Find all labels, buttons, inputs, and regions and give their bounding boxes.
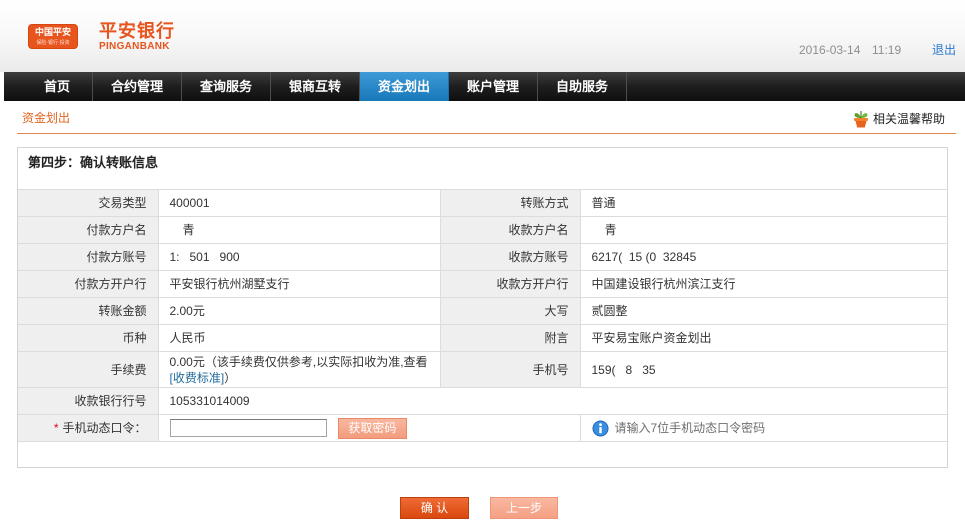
step-title: 第四步：确认转账信息 [28, 155, 159, 170]
transaction-type-value: 400001 [157, 189, 441, 217]
mobile-number-value: 159( 8 35 [579, 351, 947, 388]
payer-name-label: 付款方户名 [18, 216, 159, 244]
amount-in-words-value: 贰圆整 [579, 297, 947, 325]
payee-account-label: 收款方账号 [439, 243, 581, 271]
logout-link[interactable]: 退出 [932, 43, 956, 57]
confirm-button[interactable]: 确 认 [400, 497, 469, 519]
table-row: 手续费 0.00元（该手续费仅供参考,以实际扣收为准,查看 [收费标准]） 手机号… [18, 351, 947, 388]
get-otp-button[interactable]: 获取密码 [337, 417, 407, 439]
transfer-info-table: 交易类型 400001 转账方式 普通 付款方户名 青 收款方户名 青 付款方账… [18, 189, 947, 442]
table-row: 付款方账号 1: 501 900 收款方账号 6217( 15 (0 32845 [18, 243, 947, 271]
nav-item-home[interactable]: 首页 [4, 72, 93, 101]
fee-value: 0.00元（该手续费仅供参考,以实际扣收为准,查看 [收费标准]） [157, 351, 441, 388]
nav-item-query-services[interactable]: 查询服务 [182, 72, 271, 101]
nav-item-fund-transfer-out[interactable]: 资金划出 [360, 72, 449, 101]
table-row: * 手机动态口令： 获取密码 请输入7位手机动态口令密码 [18, 414, 947, 442]
payee-bank-value: 中国建设银行杭州滨江支行 [579, 270, 947, 298]
transfer-confirm-panel: 第四步：确认转账信息 交易类型 400001 转账方式 普通 付款方户名 青 收… [17, 147, 948, 468]
remark-value: 平安易宝账户资金划出 [579, 324, 947, 352]
remark-label: 附言 [439, 324, 581, 352]
otp-input-cell: 获取密码 [157, 414, 581, 442]
current-date: 2016-03-14 [799, 43, 861, 57]
otp-hint-text: 请输入7位手机动态口令密码 [614, 421, 766, 436]
otp-label-cell: * 手机动态口令： [18, 414, 159, 442]
previous-step-button[interactable]: 上一步 [490, 497, 558, 519]
logo-badge-text: 中国平安 [34, 28, 71, 38]
nav-item-bank-securities-transfer[interactable]: 银商互转 [271, 72, 360, 101]
transfer-method-value: 普通 [579, 189, 947, 217]
breadcrumb: 资金划出 [22, 111, 71, 125]
otp-password-input[interactable] [169, 419, 327, 437]
fee-note-text: 0.00元（该手续费仅供参考,以实际扣收为准,查看 [169, 354, 428, 369]
payer-account-label: 付款方账号 [18, 243, 159, 271]
required-mark: * [53, 421, 59, 435]
otp-hint-cell: 请输入7位手机动态口令密码 [579, 414, 947, 442]
payee-bank-label: 收款方开户行 [439, 270, 581, 298]
payee-name-value: 青 [579, 216, 947, 244]
fee-label: 手续费 [18, 351, 159, 388]
payer-account-value: 1: 501 900 [157, 243, 441, 271]
help-tips-link[interactable]: 相关温馨帮助 [852, 108, 945, 128]
flower-pot-icon [854, 111, 868, 128]
payee-bank-code-value: 105331014009 [157, 387, 947, 415]
transfer-amount-value: 2.00元 [157, 297, 441, 325]
payee-account-value: 6217( 15 (0 32845 [579, 243, 947, 271]
table-row: 转账金额 2.00元 大写 贰圆整 [18, 297, 947, 325]
logo-badge-subtext: 保险·银行·投资 [36, 40, 70, 46]
transaction-type-label: 交易类型 [18, 189, 159, 217]
payee-bank-code-label: 收款银行行号 [18, 387, 159, 415]
main-nav: 首页 合约管理 查询服务 银商互转 资金划出 账户管理 自助服务 [4, 72, 965, 101]
table-row: 币种 人民币 附言 平安易宝账户资金划出 [18, 324, 947, 352]
payer-name-value: 青 [157, 216, 441, 244]
bank-name-en-logo: PINGANBANK [99, 41, 170, 52]
payer-bank-label: 付款方开户行 [18, 270, 159, 298]
current-time: 11:19 [872, 43, 902, 57]
transfer-amount-label: 转账金额 [18, 297, 159, 325]
table-row: 收款银行行号 105331014009 [18, 387, 947, 415]
section-divider [17, 133, 956, 134]
nav-item-self-service[interactable]: 自助服务 [538, 72, 627, 101]
mobile-number-label: 手机号 [439, 351, 581, 388]
nav-item-contract-management[interactable]: 合约管理 [93, 72, 182, 101]
transfer-method-label: 转账方式 [439, 189, 581, 217]
amount-in-words-label: 大写 [439, 297, 581, 325]
nav-item-account-management[interactable]: 账户管理 [449, 72, 538, 101]
fee-standard-link[interactable]: [收费标准] [170, 371, 225, 385]
table-row: 付款方户名 青 收款方户名 青 [18, 216, 947, 244]
table-row: 付款方开户行 平安银行杭州湖墅支行 收款方开户行 中国建设银行杭州滨江支行 [18, 270, 947, 298]
ping-an-logo-badge: 中国平安 保险·银行·投资 [28, 24, 78, 49]
payee-name-label: 收款方户名 [439, 216, 581, 244]
table-row: 交易类型 400001 转账方式 普通 [18, 189, 947, 217]
otp-label: 手机动态口令： [62, 421, 147, 435]
payer-bank-value: 平安银行杭州湖墅支行 [157, 270, 441, 298]
bank-name-logo: 平安银行 [99, 21, 175, 41]
currency-label: 币种 [18, 324, 159, 352]
fee-note-close: ） [224, 370, 237, 385]
info-icon [592, 420, 608, 437]
currency-value: 人民币 [157, 324, 441, 352]
page-header: 中国平安 保险·银行·投资 平安银行 PINGANBANK 2016-03-14… [0, 0, 965, 72]
help-tips-label: 相关温馨帮助 [873, 111, 946, 126]
